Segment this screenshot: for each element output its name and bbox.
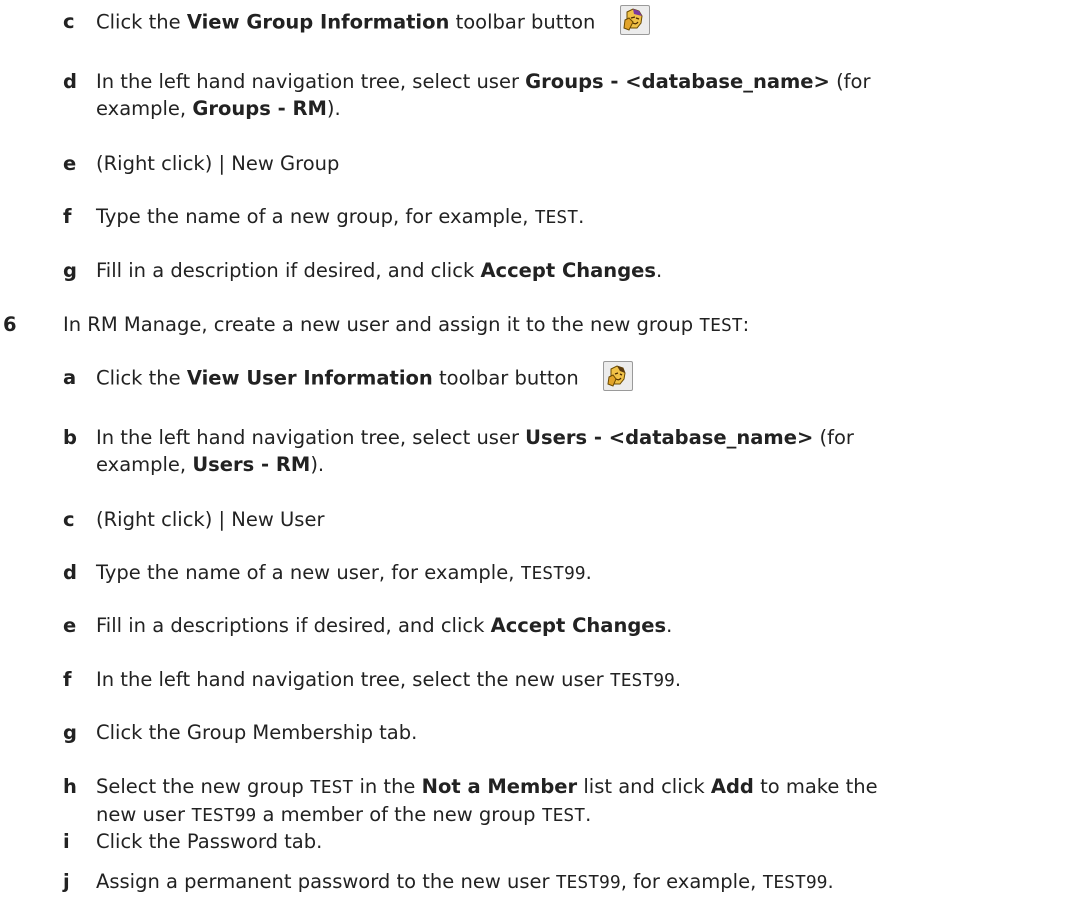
substep-letter: d bbox=[63, 70, 77, 93]
substep-letter: i bbox=[63, 830, 70, 853]
substep-text: Click the bbox=[96, 366, 187, 390]
substep-text: In the left hand navigation tree, select… bbox=[96, 70, 526, 93]
substep-letter: b bbox=[63, 426, 77, 449]
ui-term: Accept Changes bbox=[490, 614, 667, 637]
substep-text: In the left hand navigation tree, select… bbox=[96, 668, 610, 691]
substep-text: Type the name of a new group, for exampl… bbox=[96, 205, 535, 228]
ui-term: Add bbox=[710, 775, 754, 798]
substep-g-group-membership: g Click the Group Membership tab. bbox=[63, 719, 417, 746]
code-text: TEST bbox=[699, 315, 743, 336]
substep-letter: f bbox=[63, 205, 72, 228]
code-text: TEST99 bbox=[609, 670, 675, 691]
substep-text: . bbox=[666, 614, 673, 637]
substep-text: new user bbox=[96, 803, 192, 826]
substep-text: toolbar button bbox=[449, 10, 596, 34]
ui-term: Groups - <database_name> bbox=[525, 70, 830, 93]
substep-text: Click the Password tab. bbox=[96, 830, 323, 853]
substep-text: example, bbox=[96, 97, 193, 120]
substep-h-add-member: h Select the new group TEST in the Not a… bbox=[63, 773, 878, 829]
code-text: TEST bbox=[534, 207, 579, 228]
substep-i-password-tab: i Click the Password tab. bbox=[63, 828, 322, 855]
substep-letter: a bbox=[63, 366, 77, 389]
code-text: TEST99 bbox=[191, 805, 257, 826]
ui-term: Accept Changes bbox=[480, 259, 656, 282]
ui-term: View Group Information bbox=[186, 10, 450, 34]
substep-text: . bbox=[585, 561, 592, 584]
substep-text: Assign a permanent password to the new u… bbox=[96, 870, 556, 893]
substep-text: toolbar button bbox=[432, 366, 579, 390]
code-text: TEST99 bbox=[762, 872, 828, 893]
substep-f-type-name: f Type the name of a new group, for exam… bbox=[63, 203, 584, 231]
ui-term: Users - <database_name> bbox=[525, 426, 814, 449]
substep-text: list and click bbox=[577, 775, 711, 798]
substep-letter: e bbox=[63, 152, 77, 175]
substep-letter: d bbox=[63, 561, 77, 584]
substep-a-view-user: a Click the View User Information toolba… bbox=[63, 361, 633, 394]
substep-text: (Right click) | New Group bbox=[96, 152, 340, 175]
substep-letter: f bbox=[63, 668, 72, 691]
substep-c-new-user: c (Right click) | New User bbox=[63, 506, 324, 533]
substep-text: . bbox=[585, 803, 592, 826]
substep-d-type-user: d Type the name of a new user, for examp… bbox=[63, 559, 592, 587]
ui-term: Not a Member bbox=[421, 775, 578, 798]
substep-text: Click the bbox=[96, 10, 187, 34]
substep-e-new-group: e (Right click) | New Group bbox=[63, 150, 339, 177]
substep-letter: c bbox=[63, 10, 75, 33]
code-text: TEST99 bbox=[520, 563, 586, 584]
substep-text: ). bbox=[326, 97, 341, 120]
substep-text: Type the name of a new user, for example… bbox=[96, 561, 521, 584]
step-6-create-user: 6 In RM Manage, create a new user and as… bbox=[3, 311, 749, 339]
substep-text: . bbox=[674, 668, 682, 691]
substep-text: . bbox=[827, 870, 834, 893]
group-information-icon bbox=[619, 5, 650, 35]
step-text: : bbox=[742, 313, 750, 336]
step-text: In RM Manage, create a new user and assi… bbox=[63, 313, 700, 336]
step-number: 6 bbox=[3, 313, 17, 336]
substep-text: (for bbox=[829, 70, 871, 93]
substep-text: ). bbox=[310, 453, 325, 476]
substep-letter: h bbox=[63, 775, 77, 798]
substep-letter: g bbox=[63, 721, 77, 744]
substep-text: . bbox=[655, 259, 663, 282]
substep-g-accept: g Fill in a description if desired, and … bbox=[63, 257, 662, 284]
code-text: TEST bbox=[309, 777, 354, 798]
substep-text: In the left hand navigation tree, select… bbox=[96, 426, 526, 449]
substep-text: Click the Group Membership tab. bbox=[96, 721, 418, 744]
substep-text: (Right click) | New User bbox=[96, 508, 325, 531]
code-text: TEST bbox=[541, 805, 586, 826]
substep-e-accept: e Fill in a descriptions if desired, and… bbox=[63, 612, 672, 639]
code-text: TEST99 bbox=[555, 872, 621, 893]
substep-text: example, bbox=[96, 453, 193, 476]
substep-text: , for example, bbox=[620, 870, 763, 893]
substep-letter: j bbox=[63, 870, 70, 893]
substep-c-view-group: c Click the View Group Information toolb… bbox=[63, 5, 650, 38]
substep-text: Select the new group bbox=[96, 775, 310, 798]
substep-text: (for bbox=[813, 426, 854, 449]
substep-letter: g bbox=[63, 259, 77, 282]
ui-term: View User Information bbox=[186, 366, 433, 390]
substep-letter: c bbox=[63, 508, 75, 531]
substep-j-assign-password: j Assign a permanent password to the new… bbox=[63, 868, 834, 896]
substep-text: in the bbox=[353, 775, 422, 798]
substep-text: Fill in a description if desired, and cl… bbox=[96, 259, 481, 282]
substep-letter: e bbox=[63, 614, 77, 637]
substep-b-select-users: b In the left hand navigation tree, sele… bbox=[63, 424, 854, 478]
substep-f-select-user: f In the left hand navigation tree, sele… bbox=[63, 666, 681, 694]
user-information-icon bbox=[603, 361, 633, 391]
substep-d-select-groups: d In the left hand navigation tree, sele… bbox=[63, 68, 871, 122]
substep-text: . bbox=[578, 205, 585, 228]
substep-text: to make the bbox=[753, 775, 878, 798]
substep-text: a member of the new group bbox=[256, 803, 542, 826]
ui-term: Groups - RM bbox=[192, 97, 327, 120]
substep-text: Fill in a descriptions if desired, and c… bbox=[96, 614, 491, 637]
ui-term: Users - RM bbox=[192, 453, 311, 476]
